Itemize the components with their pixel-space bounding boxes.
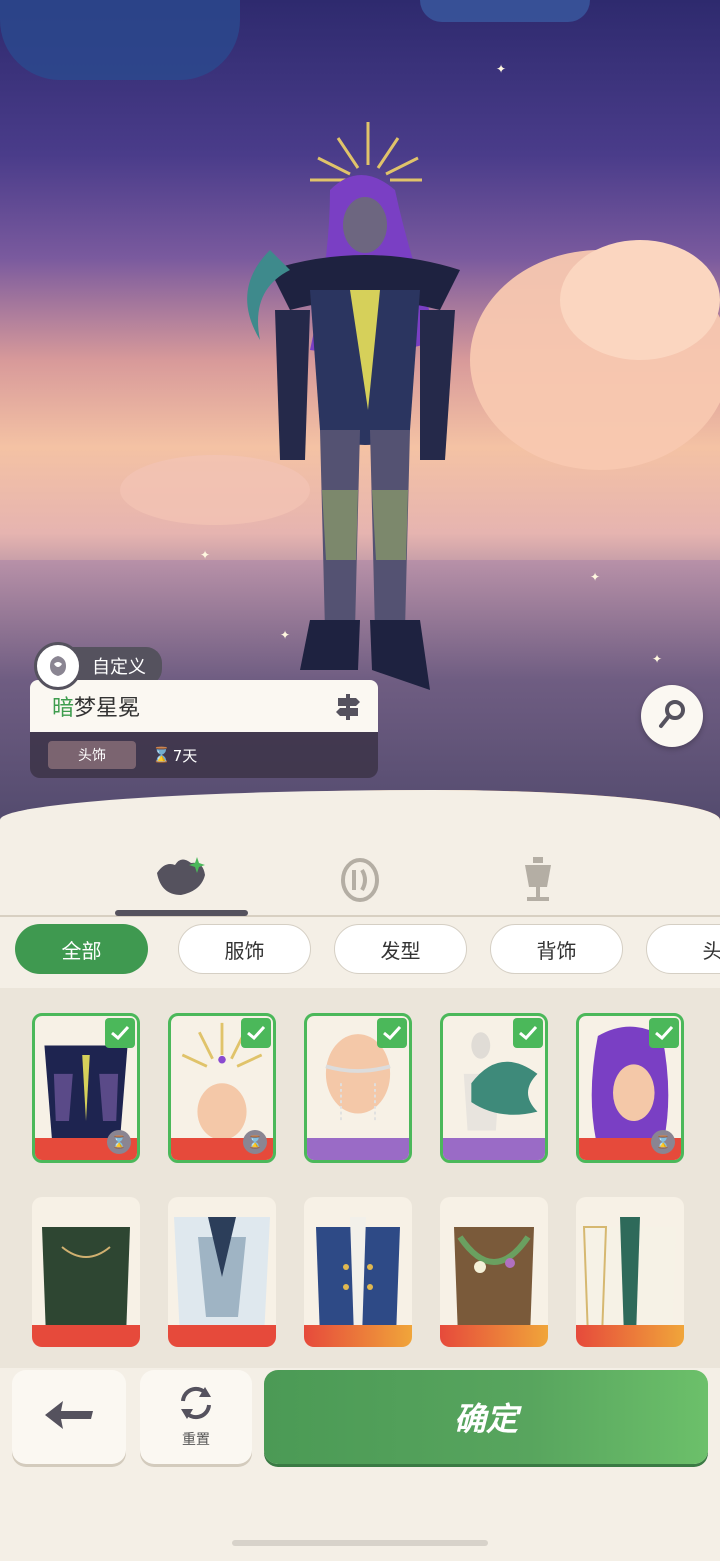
tab-dye[interactable] <box>330 852 390 912</box>
filter-hairstyle[interactable]: 发型 <box>334 924 467 974</box>
item-info-card: 暗梦星冕 头饰 ⌛ 7天 <box>30 680 378 780</box>
duration-text: 7天 <box>172 746 198 765</box>
magnifier-button[interactable] <box>641 685 703 747</box>
rose-icon <box>34 642 82 690</box>
magnifier-icon <box>656 698 688 734</box>
item-card-dark-green-outfit[interactable] <box>32 1197 140 1347</box>
main-tabs <box>0 840 720 920</box>
item-meta: 头饰 ⌛ 7天 <box>30 732 378 778</box>
sky-cloud <box>420 0 590 22</box>
dye-icon <box>340 858 380 906</box>
tab-mannequin[interactable] <box>508 852 568 912</box>
item-card-dark-armor[interactable]: ⌛ <box>32 1013 140 1163</box>
item-card-navy-coat[interactable] <box>304 1197 412 1347</box>
checkmark-icon <box>649 1018 679 1048</box>
checkmark-icon <box>105 1018 135 1048</box>
rarity-band <box>307 1138 409 1160</box>
reset-button[interactable]: 重置 <box>140 1370 252 1464</box>
sparkle: ✦ <box>496 62 507 76</box>
sparkle: ✦ <box>200 548 211 562</box>
item-name-rest: 梦星冕 <box>74 696 141 721</box>
rarity-band <box>443 1138 545 1160</box>
sparkle: ✦ <box>652 652 663 666</box>
tab-divider <box>0 915 720 917</box>
filter-clothing[interactable]: 服饰 <box>178 924 311 974</box>
character-model <box>247 122 460 690</box>
hourglass-icon: ⌛ <box>152 746 171 764</box>
filter-back-accessory[interactable]: 背饰 <box>490 924 623 974</box>
hourglass-icon: ⌛ <box>107 1130 131 1154</box>
item-card-flower-garland[interactable] <box>440 1197 548 1347</box>
filter-bar: 全部 服饰 发型 背饰 头 <box>0 924 720 980</box>
home-indicator <box>232 1540 488 1546</box>
item-card-crystal-outfit[interactable] <box>168 1197 276 1347</box>
item-card-purple-hair[interactable]: ⌛ <box>576 1013 684 1163</box>
item-card-coral-tentacle[interactable] <box>440 1013 548 1163</box>
hourglass-icon: ⌛ <box>243 1130 267 1154</box>
item-card-pearl-chain[interactable] <box>304 1013 412 1163</box>
active-tab-indicator <box>115 910 248 916</box>
signpost-icon[interactable] <box>334 692 362 728</box>
rarity-band <box>32 1325 140 1347</box>
item-card-white-robe[interactable] <box>576 1197 684 1347</box>
sky-cloud <box>0 0 240 80</box>
hourglass-icon: ⌛ <box>651 1130 675 1154</box>
pink-cloud <box>560 240 720 360</box>
item-name: 暗梦星冕 <box>30 680 378 732</box>
rarity-band <box>168 1325 276 1347</box>
filter-all[interactable]: 全部 <box>15 924 148 974</box>
checkmark-icon <box>513 1018 543 1048</box>
item-card-golden-crown[interactable]: ⌛ <box>168 1013 276 1163</box>
filter-headwear[interactable]: 头 <box>646 924 720 974</box>
refresh-icon <box>177 1385 215 1425</box>
tab-outfit[interactable] <box>150 852 210 912</box>
rarity-band <box>304 1325 412 1347</box>
checkmark-icon <box>241 1018 271 1048</box>
rarity-band <box>576 1325 684 1347</box>
arrow-left-icon <box>43 1399 95 1435</box>
outfit-icon <box>151 855 209 909</box>
rarity-band <box>440 1325 548 1347</box>
sparkle: ✦ <box>590 570 601 584</box>
mannequin-icon <box>521 857 555 907</box>
duration-badge: ⌛ 7天 <box>152 745 197 766</box>
confirm-button[interactable]: 确定 <box>264 1370 708 1464</box>
reset-label: 重置 <box>182 1432 210 1448</box>
item-name-first-char: 暗 <box>52 696 75 721</box>
category-badge: 头饰 <box>48 741 136 769</box>
back-button[interactable] <box>12 1370 126 1464</box>
checkmark-icon <box>377 1018 407 1048</box>
